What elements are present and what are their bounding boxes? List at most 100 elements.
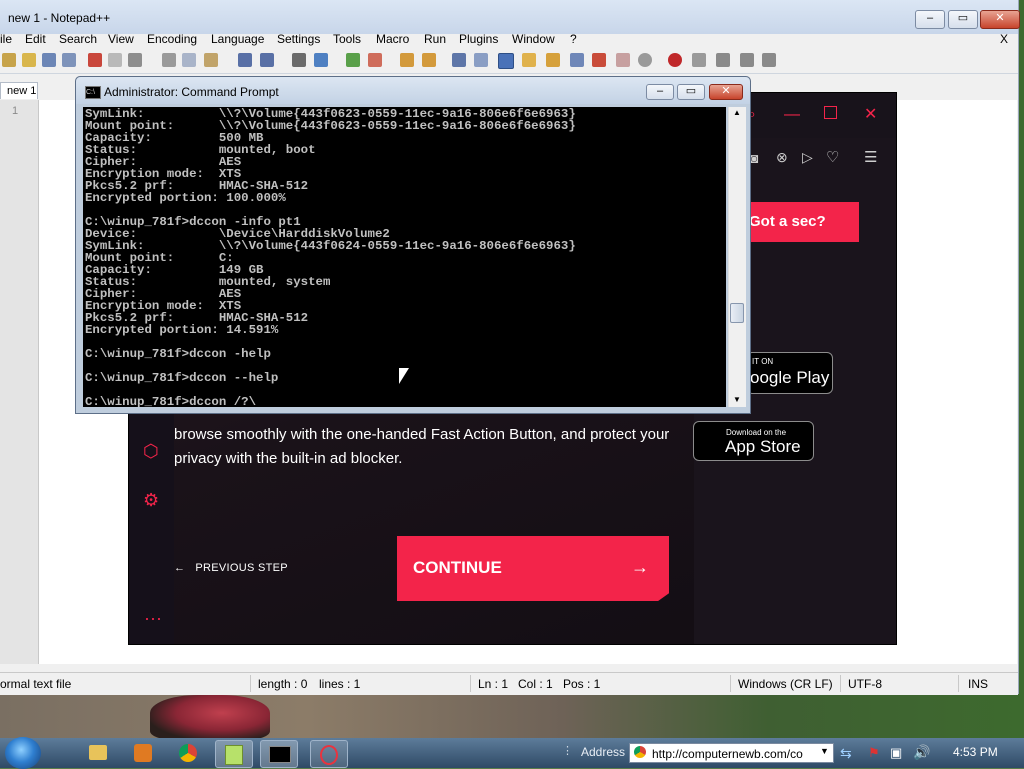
close-button[interactable]: ✕ [980,10,1020,29]
macro-record-icon[interactable] [668,53,682,67]
address-bar[interactable]: http://computernewb.com/co ▼ [629,743,834,763]
go-icon[interactable]: ⇆ [840,745,852,762]
wallpaper-dog [150,695,270,740]
save-all-icon[interactable] [62,53,76,67]
zoom-out-icon[interactable] [368,53,382,67]
close-icon[interactable]: ✕ [864,104,877,124]
camera-icon[interactable]: ◙ [750,150,758,166]
undo-icon[interactable] [238,53,252,67]
block-icon[interactable]: ⊗ [776,149,788,166]
redo-icon[interactable] [260,53,274,67]
zoom-in-icon[interactable] [346,53,360,67]
find-icon[interactable] [292,53,306,67]
menu-bar: ile Edit Search View Encoding Language S… [0,31,1018,49]
paste-icon[interactable] [204,53,218,67]
action-center-icon[interactable]: ▣ [890,745,902,761]
volume-icon[interactable]: 🔊 [913,744,930,761]
scroll-up-icon[interactable]: ▲ [733,108,741,117]
menu-plugins[interactable]: Plugins [459,32,498,46]
scroll-down-icon[interactable]: ▼ [733,395,741,404]
word-wrap-icon[interactable] [452,53,466,67]
status-divider [840,675,841,692]
cmd-close-button[interactable]: ✕ [709,84,743,100]
function-list-icon[interactable] [570,53,584,67]
gear-icon[interactable]: ⚙ [143,490,159,511]
cmd-minimize-button[interactable]: – [646,84,674,100]
menu-run[interactable]: Run [424,32,446,46]
chrome-icon[interactable] [170,740,206,766]
sync-vertical-icon[interactable] [400,53,414,67]
minimize-icon[interactable]: — [784,106,800,124]
menu-window[interactable]: Window [512,32,555,46]
cmd-icon: C:\ [85,86,101,99]
console-line: C:\winup_781f>dccon -help [85,347,271,361]
replace-icon[interactable] [314,53,328,67]
minimize-button[interactable]: – [915,10,945,29]
console-scrollbar[interactable]: ▲ ▼ [728,107,746,407]
menu-tools[interactable]: Tools [333,32,361,46]
media-player-icon[interactable] [125,740,161,766]
got-a-sec-button[interactable]: Got a sec? [749,202,859,242]
udl-icon[interactable] [522,53,536,67]
explorer-icon[interactable] [80,740,116,766]
sync-horizontal-icon[interactable] [422,53,436,67]
start-button[interactable] [5,737,41,769]
settings-sliders-icon[interactable]: ☰ [864,148,877,166]
google-play-badge[interactable]: IT ON oogle Play [746,352,833,394]
notepad-titlebar: new 1 - Notepad++ – ▭ ✕ [0,0,1020,34]
save-icon[interactable] [42,53,56,67]
close-all-icon[interactable] [108,53,122,67]
monitoring-icon[interactable] [616,53,630,67]
macro-stop-icon[interactable] [692,53,706,67]
more-icon[interactable]: ··· [144,608,162,629]
previous-step-button[interactable]: ← PREVIOUS STEP [174,562,288,574]
system-clock[interactable]: 4:53 PM [953,745,998,759]
menu-edit[interactable]: Edit [25,32,46,46]
cmd-maximize-button[interactable]: ▭ [677,84,705,100]
cmd-taskbar-icon[interactable] [260,740,298,768]
maximize-button[interactable]: ▭ [948,10,978,29]
menu-view[interactable]: View [108,32,134,46]
cube-icon[interactable]: ⬡ [143,441,159,462]
menu-help[interactable]: ? [570,32,577,46]
macro-play-icon[interactable] [716,53,730,67]
status-divider [250,675,251,692]
macro-play-multiple-icon[interactable] [740,53,754,67]
menu-close-doc[interactable]: X [1000,32,1008,46]
print-icon[interactable] [128,53,142,67]
network-warning-icon[interactable]: ⚑ [868,745,880,761]
status-divider [730,675,731,692]
tab-new-1[interactable]: new 1 [0,82,38,99]
cut-icon[interactable] [162,53,176,67]
close-file-icon[interactable] [88,53,102,67]
menu-search[interactable]: Search [59,32,97,46]
macro-save-icon[interactable] [762,53,776,67]
got-a-sec-label: Got a sec? [749,213,826,230]
status-insert-mode: INS [968,677,989,691]
folder-workspace-icon[interactable] [592,53,606,67]
notepad-taskbar-icon[interactable] [215,740,253,768]
address-dropdown-icon[interactable]: ▼ [820,746,829,756]
indent-guide-icon[interactable] [498,53,514,69]
copy-icon[interactable] [182,53,196,67]
google-play-small: IT ON [752,357,774,366]
maximize-icon[interactable] [824,106,837,119]
new-file-icon[interactable] [2,53,16,67]
menu-settings[interactable]: Settings [277,32,320,46]
record-icon[interactable] [638,53,652,67]
scroll-thumb[interactable] [730,303,744,323]
menu-language[interactable]: Language [211,32,264,46]
chrome-small-icon [634,746,646,758]
continue-button[interactable]: CONTINUE → [397,536,669,601]
open-file-icon[interactable] [22,53,36,67]
doc-map-icon[interactable] [546,53,560,67]
opera-taskbar-icon[interactable] [310,740,348,768]
send-icon[interactable]: ▷ [802,149,813,166]
menu-file[interactable]: ile [0,32,12,46]
menu-encoding[interactable]: Encoding [147,32,197,46]
heart-icon[interactable]: ♡ [826,148,839,166]
console-output[interactable]: SymLink: \\?\Volume{443f0623-0559-11ec-9… [83,107,726,407]
app-store-badge[interactable]: Download on the App Store [693,421,814,461]
show-all-chars-icon[interactable] [474,53,488,67]
menu-macro[interactable]: Macro [376,32,409,46]
